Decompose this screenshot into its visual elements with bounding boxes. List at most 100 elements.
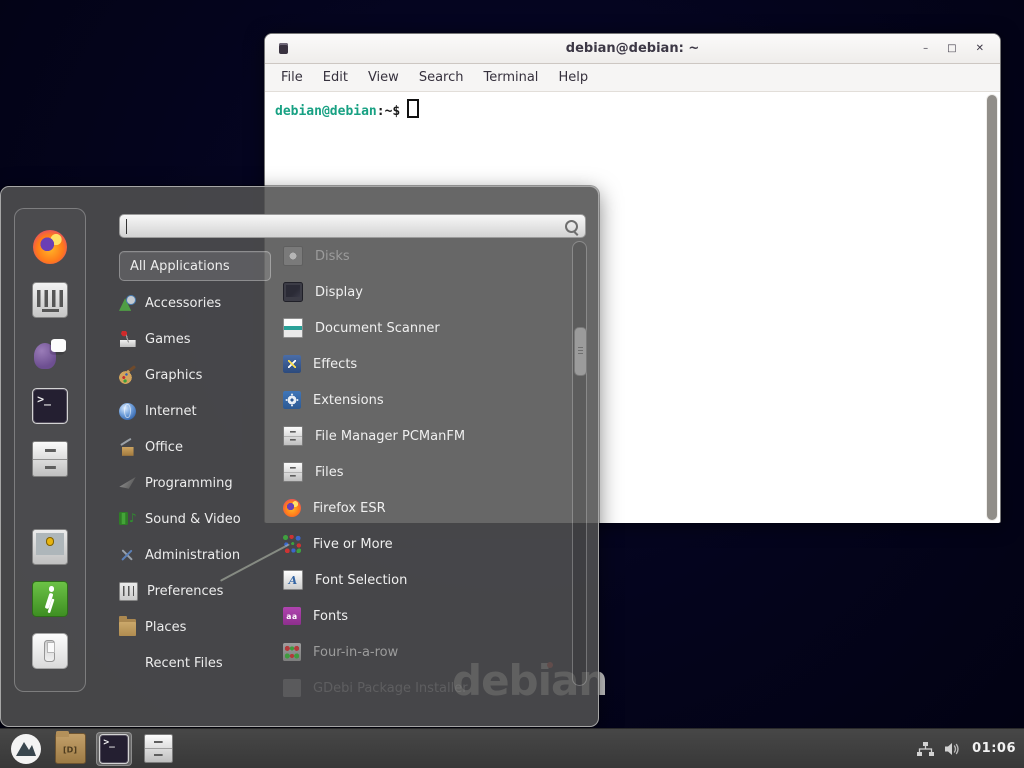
file-manager-icon (283, 426, 303, 446)
app-label: Five or More (313, 537, 393, 552)
category-item[interactable]: Graphics (119, 357, 279, 393)
app-item[interactable]: Firefox ESR (283, 490, 569, 526)
favorite-item[interactable] (32, 441, 68, 477)
app-item[interactable]: Font Selection (283, 562, 569, 598)
terminal-menu-item[interactable]: View (358, 70, 409, 85)
terminal-menubar: FileEditViewSearchTerminalHelp (265, 64, 1000, 92)
close-button[interactable]: ✕ (976, 44, 984, 54)
category-item[interactable]: Sound & Video (119, 501, 279, 537)
favorite-item[interactable] (32, 229, 68, 265)
firefox-icon (283, 499, 301, 517)
category-item[interactable]: Accessories (119, 285, 279, 321)
terminal-icon (99, 734, 129, 764)
games-icon (119, 331, 136, 348)
category-item[interactable]: Recent Files (119, 645, 279, 681)
terminal-icon (32, 388, 68, 424)
category-label: Administration (145, 548, 240, 563)
taskbar: [D] 01:06 (0, 728, 1024, 768)
app-item[interactable]: Files (283, 454, 569, 490)
app-item[interactable]: Display (283, 274, 569, 310)
terminal-menu-item[interactable]: Help (548, 70, 598, 85)
app-item[interactable]: Four-in-a-row (283, 634, 569, 670)
firefox-icon (33, 230, 67, 264)
lock-screen-icon (32, 529, 68, 565)
app-item[interactable]: Five or More (283, 526, 569, 562)
prompt-user: debian@debian (275, 104, 377, 119)
preferences-icon (119, 582, 138, 601)
app-label: Extensions (313, 393, 384, 408)
maximize-button[interactable]: □ (947, 44, 956, 54)
session-item[interactable] (32, 529, 68, 565)
app-item[interactable]: Disks (283, 238, 569, 274)
menu-button[interactable] (8, 732, 44, 766)
category-item[interactable]: Office (119, 429, 279, 465)
terminal-titlebar[interactable]: debian@debian: ~ – □ ✕ (265, 34, 1000, 64)
category-label: Preferences (147, 584, 223, 599)
favorite-item[interactable] (32, 282, 68, 318)
favorite-item[interactable] (32, 388, 68, 424)
search-icon (565, 220, 578, 233)
four-in-a-row-icon (283, 643, 301, 661)
app-list-scrollbar-thumb[interactable] (574, 327, 587, 376)
category-label: Accessories (145, 296, 221, 311)
desktop-folder-badge: [D] (63, 745, 77, 754)
accessories-icon (119, 295, 136, 312)
app-item[interactable]: File Manager PCManFM (283, 418, 569, 454)
app-label: GDebi Package Installer (313, 681, 468, 696)
administration-icon (119, 547, 136, 564)
fonts-icon (283, 607, 301, 625)
category-item[interactable]: Places (119, 609, 279, 645)
document-scanner-icon (283, 318, 303, 338)
minimize-button[interactable]: – (923, 44, 928, 54)
app-label: Files (315, 465, 344, 480)
category-item[interactable]: Programming (119, 465, 279, 501)
session-item[interactable] (32, 581, 68, 617)
app-label: File Manager PCManFM (315, 429, 465, 444)
distro-logo-icon (10, 733, 42, 765)
clock[interactable]: 01:06 (972, 741, 1016, 756)
taskbar-terminal-window-button[interactable] (96, 732, 132, 766)
category-list: All Applications Accessories Games Graph… (119, 247, 279, 681)
app-label: Font Selection (315, 573, 407, 588)
programming-icon (119, 475, 136, 492)
office-icon (119, 439, 136, 456)
category-item[interactable]: Preferences (119, 573, 279, 609)
favorite-item[interactable] (32, 335, 68, 371)
volume-icon[interactable] (944, 741, 962, 757)
text-caret (126, 219, 127, 234)
terminal-menu-item[interactable]: Search (409, 70, 474, 85)
app-item[interactable]: Effects (283, 346, 569, 382)
logout-icon (32, 581, 68, 617)
shutdown-icon (32, 633, 68, 669)
show-desktop-button[interactable]: [D] (52, 732, 88, 766)
places-icon (119, 619, 136, 636)
app-item[interactable]: Fonts (283, 598, 569, 634)
category-label: Programming (145, 476, 233, 491)
taskbar-file-manager-button[interactable] (140, 732, 176, 766)
app-list-scrollbar[interactable] (572, 241, 587, 686)
sound-video-icon (119, 511, 136, 528)
app-item[interactable]: Extensions (283, 382, 569, 418)
terminal-scrollbar[interactable] (986, 94, 998, 521)
terminal-menu-item[interactable]: File (271, 70, 313, 85)
category-label: Sound & Video (145, 512, 241, 527)
terminal-menu-item[interactable]: Terminal (473, 70, 548, 85)
network-icon[interactable] (917, 741, 934, 757)
app-item[interactable]: GDebi Package Installer (283, 670, 569, 706)
category-item[interactable]: Internet (119, 393, 279, 429)
app-item[interactable]: Document Scanner (283, 310, 569, 346)
terminal-menu-item[interactable]: Edit (313, 70, 358, 85)
favorites-group-top (32, 229, 68, 477)
category-item[interactable]: All Applications (119, 251, 271, 281)
pidgin-icon (33, 336, 67, 370)
category-item[interactable]: Administration (119, 537, 279, 573)
app-label: Effects (313, 357, 357, 372)
search-input[interactable] (126, 216, 559, 236)
terminal-scrollbar-thumb[interactable] (987, 95, 997, 520)
application-list: Disks Display Document Scanner Effects E… (283, 238, 569, 706)
file-cabinet-icon (144, 734, 173, 763)
category-label: Internet (145, 404, 197, 419)
session-item[interactable] (32, 633, 68, 669)
category-item[interactable]: Games (119, 321, 279, 357)
category-label: Recent Files (145, 656, 223, 671)
